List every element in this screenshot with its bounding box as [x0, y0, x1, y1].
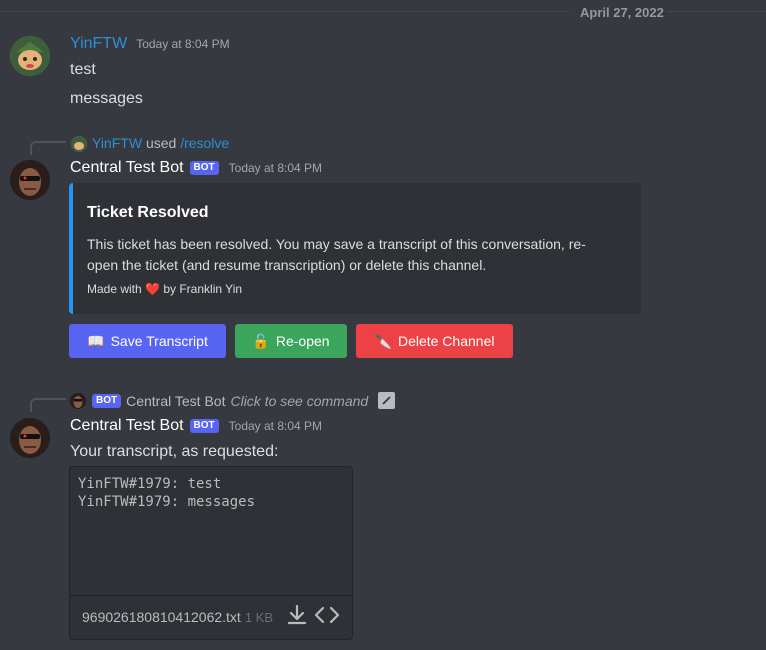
bot-tag: BOT [189, 161, 219, 175]
reply-verb: used [145, 135, 177, 151]
terminator-avatar-icon [10, 160, 50, 200]
message-timestamp: Today at 8:04 PM [136, 37, 230, 51]
slash-command-icon [378, 392, 396, 409]
teemo-avatar-icon [10, 36, 50, 76]
terminator-avatar-icon [70, 393, 86, 409]
divider-line-right [667, 11, 766, 12]
reply-avatar[interactable] [71, 136, 87, 152]
heart-icon: ❤️ [145, 282, 160, 296]
reply-avatar[interactable] [70, 393, 86, 409]
embed-footer: Made with ❤️ by Franklin Yin [87, 282, 242, 296]
embed-title: Ticket Resolved [87, 204, 209, 221]
code-line: YinFTW#1979: messages [78, 494, 256, 510]
message-timestamp: Today at 8:04 PM [228, 419, 323, 433]
terminator-avatar-icon [10, 418, 50, 458]
reply-command[interactable]: /resolve [180, 135, 229, 151]
knife-icon: 🔪 [374, 332, 392, 349]
reply-username[interactable]: YinFTW [92, 135, 142, 151]
attachment-divider [70, 595, 352, 596]
delete-channel-button[interactable]: 🔪 Delete Channel [356, 324, 513, 358]
divider-line-left [0, 11, 570, 12]
reply-command-hint[interactable]: Click to see command [230, 393, 368, 409]
unlock-icon: 🔓 [252, 332, 270, 349]
download-icon[interactable] [286, 603, 308, 627]
embed-footer-suffix: by Franklin Yin [163, 282, 243, 296]
author-name[interactable]: Central Test Bot [70, 417, 184, 435]
button-label: Delete Channel [397, 333, 495, 349]
reply-context[interactable]: YinFTW used /resolve [92, 135, 229, 151]
bot-tag: BOT [189, 419, 219, 433]
avatar-central-test-bot[interactable] [10, 418, 50, 458]
attachment-filename[interactable]: 969026180810412062.txt [82, 609, 241, 625]
text-file-attachment: YinFTW#1979: test YinFTW#1979: messages … [69, 466, 353, 640]
date-divider: April 27, 2022 [580, 5, 664, 20]
attachment-size: 1 KB [244, 610, 274, 625]
embed-footer-prefix: Made with [87, 282, 142, 296]
bot-tag: BOT [92, 393, 122, 408]
message-text: messages [70, 90, 143, 107]
reply-spine [30, 141, 66, 155]
author-name[interactable]: YinFTW [70, 35, 127, 53]
code-line: YinFTW#1979: test [78, 476, 222, 492]
code-expand-icon[interactable] [314, 603, 340, 627]
message-text: test [70, 61, 96, 78]
reply-context[interactable]: BOT Central Test Bot Click to see comman… [92, 392, 396, 409]
save-transcript-button[interactable]: 📖 Save Transcript [69, 324, 226, 358]
reply-spine [30, 398, 66, 412]
avatar-central-test-bot[interactable] [10, 160, 50, 200]
book-icon: 📖 [87, 332, 105, 349]
teemo-avatar-icon [71, 136, 87, 152]
button-label: Re-open [275, 333, 330, 349]
button-label: Save Transcript [110, 333, 208, 349]
embed-ticket-resolved: Ticket Resolved This ticket has been res… [69, 183, 641, 314]
message-text: Your transcript, as requested: [70, 443, 279, 460]
reply-username[interactable]: Central Test Bot [126, 393, 225, 409]
embed-description: This ticket has been resolved. You may s… [87, 236, 586, 273]
reopen-button[interactable]: 🔓 Re-open [235, 324, 347, 358]
slash-command-icon [382, 396, 391, 405]
avatar-yinftw[interactable] [10, 36, 50, 76]
message-timestamp: Today at 8:04 PM [228, 161, 323, 175]
author-name[interactable]: Central Test Bot [70, 159, 184, 177]
attachment-preview: YinFTW#1979: test YinFTW#1979: messages [78, 475, 255, 511]
